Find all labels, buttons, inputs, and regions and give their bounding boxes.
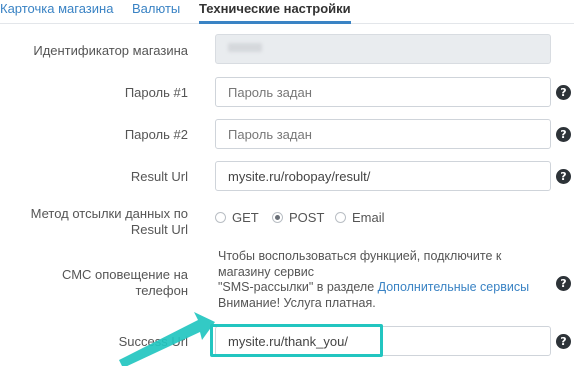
radio-email-dot[interactable] <box>335 212 346 223</box>
sms-info-line3-text: "SMS-рассылки" в разделе <box>218 280 378 294</box>
sms-info-line1: Чтобы воспользоваться функцией, подключи… <box>218 249 502 263</box>
radio-email-label: Email <box>352 210 385 225</box>
sms-help-icon[interactable]: ? <box>556 276 571 291</box>
additional-services-link[interactable]: Дополнительные сервисы <box>378 280 529 294</box>
sms-info-text: Чтобы воспользоваться функцией, подключи… <box>218 249 548 311</box>
tab-technical-settings[interactable]: Технические настройки <box>199 0 351 24</box>
sms-label-line1: СМС оповещение на <box>61 267 188 282</box>
settings-tabs: Карточка магазина Валюты Технические нас… <box>0 0 574 24</box>
shop-id-label: Идентификатор магазина <box>33 43 188 58</box>
password2-field[interactable] <box>215 119 551 149</box>
tab-shop-card[interactable]: Карточка магазина <box>0 0 113 18</box>
radio-get-dot[interactable] <box>215 212 226 223</box>
sms-info-line2: магазину сервис <box>218 264 315 279</box>
radio-post-dot[interactable] <box>272 212 283 223</box>
radio-get-label: GET <box>232 210 259 225</box>
result-url-help-icon[interactable]: ? <box>556 169 571 184</box>
result-url-field[interactable] <box>215 161 551 191</box>
success-url-label: Success Url <box>118 334 188 349</box>
success-url-field[interactable] <box>215 326 551 356</box>
password1-label: Пароль #1 <box>124 85 188 100</box>
sms-label-line2: телефон <box>135 283 188 298</box>
send-method-label-line1: Метод отсылки данных по <box>30 206 188 221</box>
shop-id-field <box>215 34 551 64</box>
password1-field[interactable] <box>215 77 551 107</box>
result-url-label: Result Url <box>130 169 188 184</box>
success-url-help-icon[interactable]: ? <box>556 334 571 349</box>
password1-help-icon[interactable]: ? <box>556 85 571 100</box>
sms-info-line4: Внимание! Услуга платная. <box>218 295 376 310</box>
password2-label: Пароль #2 <box>124 127 188 142</box>
sms-info-line3: "SMS-рассылки" в разделе Дополнительные … <box>218 280 548 296</box>
tab-currencies[interactable]: Валюты <box>132 0 180 18</box>
radio-post-label: POST <box>289 210 325 225</box>
shop-id-blurred-value <box>228 43 262 52</box>
password2-help-icon[interactable]: ? <box>556 127 571 142</box>
send-method-label-line2: Result Url <box>130 222 188 237</box>
